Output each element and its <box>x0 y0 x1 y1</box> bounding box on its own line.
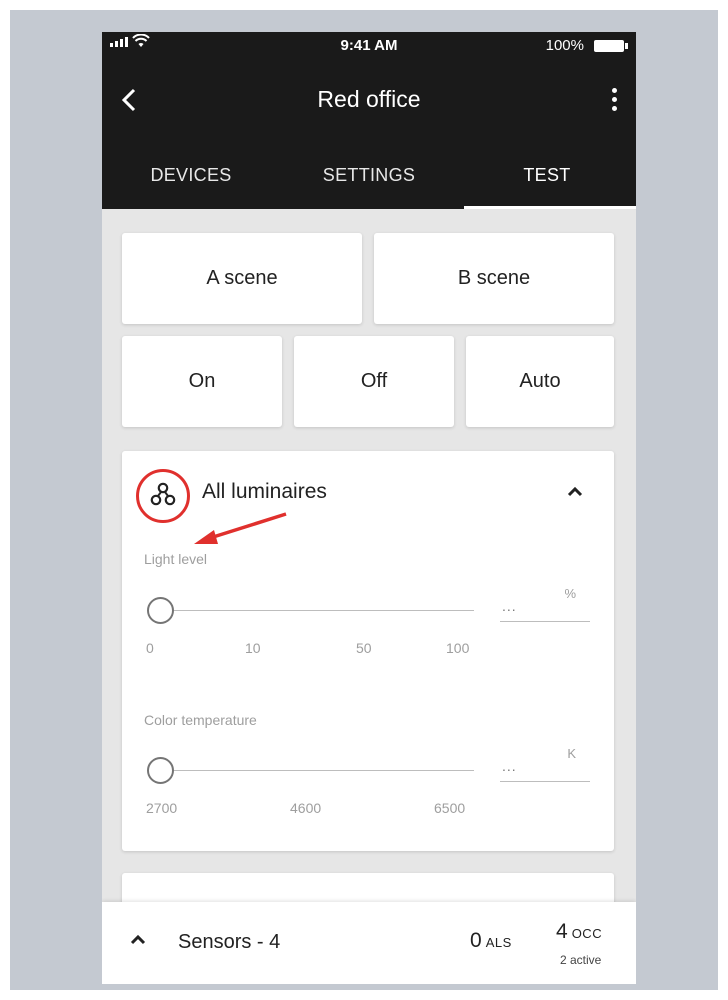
color-temperature-tick: 6500 <box>434 800 466 816</box>
battery-icon <box>594 40 628 52</box>
chevron-up-icon[interactable] <box>564 481 586 503</box>
light-level-value: ... <box>502 598 517 614</box>
tab-bar: DEVICES SETTINGS TEST <box>102 157 636 209</box>
light-level-tick: 100 <box>446 640 470 656</box>
a-scene-button[interactable]: A scene <box>122 233 362 324</box>
light-level-input[interactable]: ... % <box>500 586 590 622</box>
tab-devices[interactable]: DEVICES <box>102 157 280 209</box>
phone-screen: 9:41 AM 100% Red office DEVICES SETTINGS… <box>102 32 636 984</box>
battery-percent: 100% <box>545 37 584 54</box>
page-title: Red office <box>317 86 421 112</box>
more-vert-icon[interactable] <box>610 86 618 114</box>
light-level-unit: % <box>564 586 576 601</box>
occ-active-count: 2 active <box>560 953 602 967</box>
annotation-arrow-icon <box>194 512 287 544</box>
color-temperature-slider-thumb[interactable] <box>147 757 174 784</box>
app-bar: Red office <box>102 72 636 128</box>
active-tab-indicator <box>464 206 636 209</box>
luminaire-group-icon[interactable] <box>139 472 187 520</box>
light-level-label: Light level <box>144 551 208 567</box>
occ-readout: 4 OCC <box>556 920 602 944</box>
light-level-slider-track[interactable] <box>162 610 474 611</box>
color-temperature-value: ... <box>502 758 517 774</box>
status-bar: 9:41 AM 100% <box>102 32 636 60</box>
top-app-bar: 9:41 AM 100% Red office DEVICES SETTINGS… <box>102 32 636 209</box>
sensors-bar[interactable]: Sensors - 4 0 ALS 4 OCC 2 active <box>102 902 636 984</box>
occ-unit: OCC <box>571 926 603 941</box>
annotation-circle <box>136 469 190 523</box>
chevron-up-icon[interactable] <box>128 930 148 950</box>
als-readout: 0 ALS <box>470 929 512 953</box>
luminaires-title: All luminaires <box>202 480 327 503</box>
light-level-tick: 10 <box>245 640 261 656</box>
auto-button[interactable]: Auto <box>466 336 614 427</box>
als-value: 0 <box>470 929 482 952</box>
color-temperature-unit: K <box>567 746 576 761</box>
luminaires-card: All luminaires Light level 0 10 50 100 .… <box>122 451 614 851</box>
color-temperature-tick: 4600 <box>290 800 322 816</box>
color-temperature-input[interactable]: ... K <box>500 746 590 782</box>
sensors-label[interactable]: Sensors - 4 <box>178 931 280 954</box>
tab-test[interactable]: TEST <box>458 157 636 209</box>
color-temperature-tick: 2700 <box>146 800 178 816</box>
off-button[interactable]: Off <box>294 336 454 427</box>
light-level-slider-thumb[interactable] <box>147 597 174 624</box>
on-button[interactable]: On <box>122 336 282 427</box>
b-scene-button[interactable]: B scene <box>374 233 614 324</box>
color-temperature-label: Color temperature <box>144 712 257 728</box>
light-level-tick: 50 <box>356 640 372 656</box>
light-level-tick: 0 <box>146 640 154 656</box>
occ-value: 4 <box>556 920 568 943</box>
als-unit: ALS <box>485 935 512 950</box>
color-temperature-slider-track[interactable] <box>162 770 474 771</box>
tab-settings[interactable]: SETTINGS <box>280 157 458 209</box>
